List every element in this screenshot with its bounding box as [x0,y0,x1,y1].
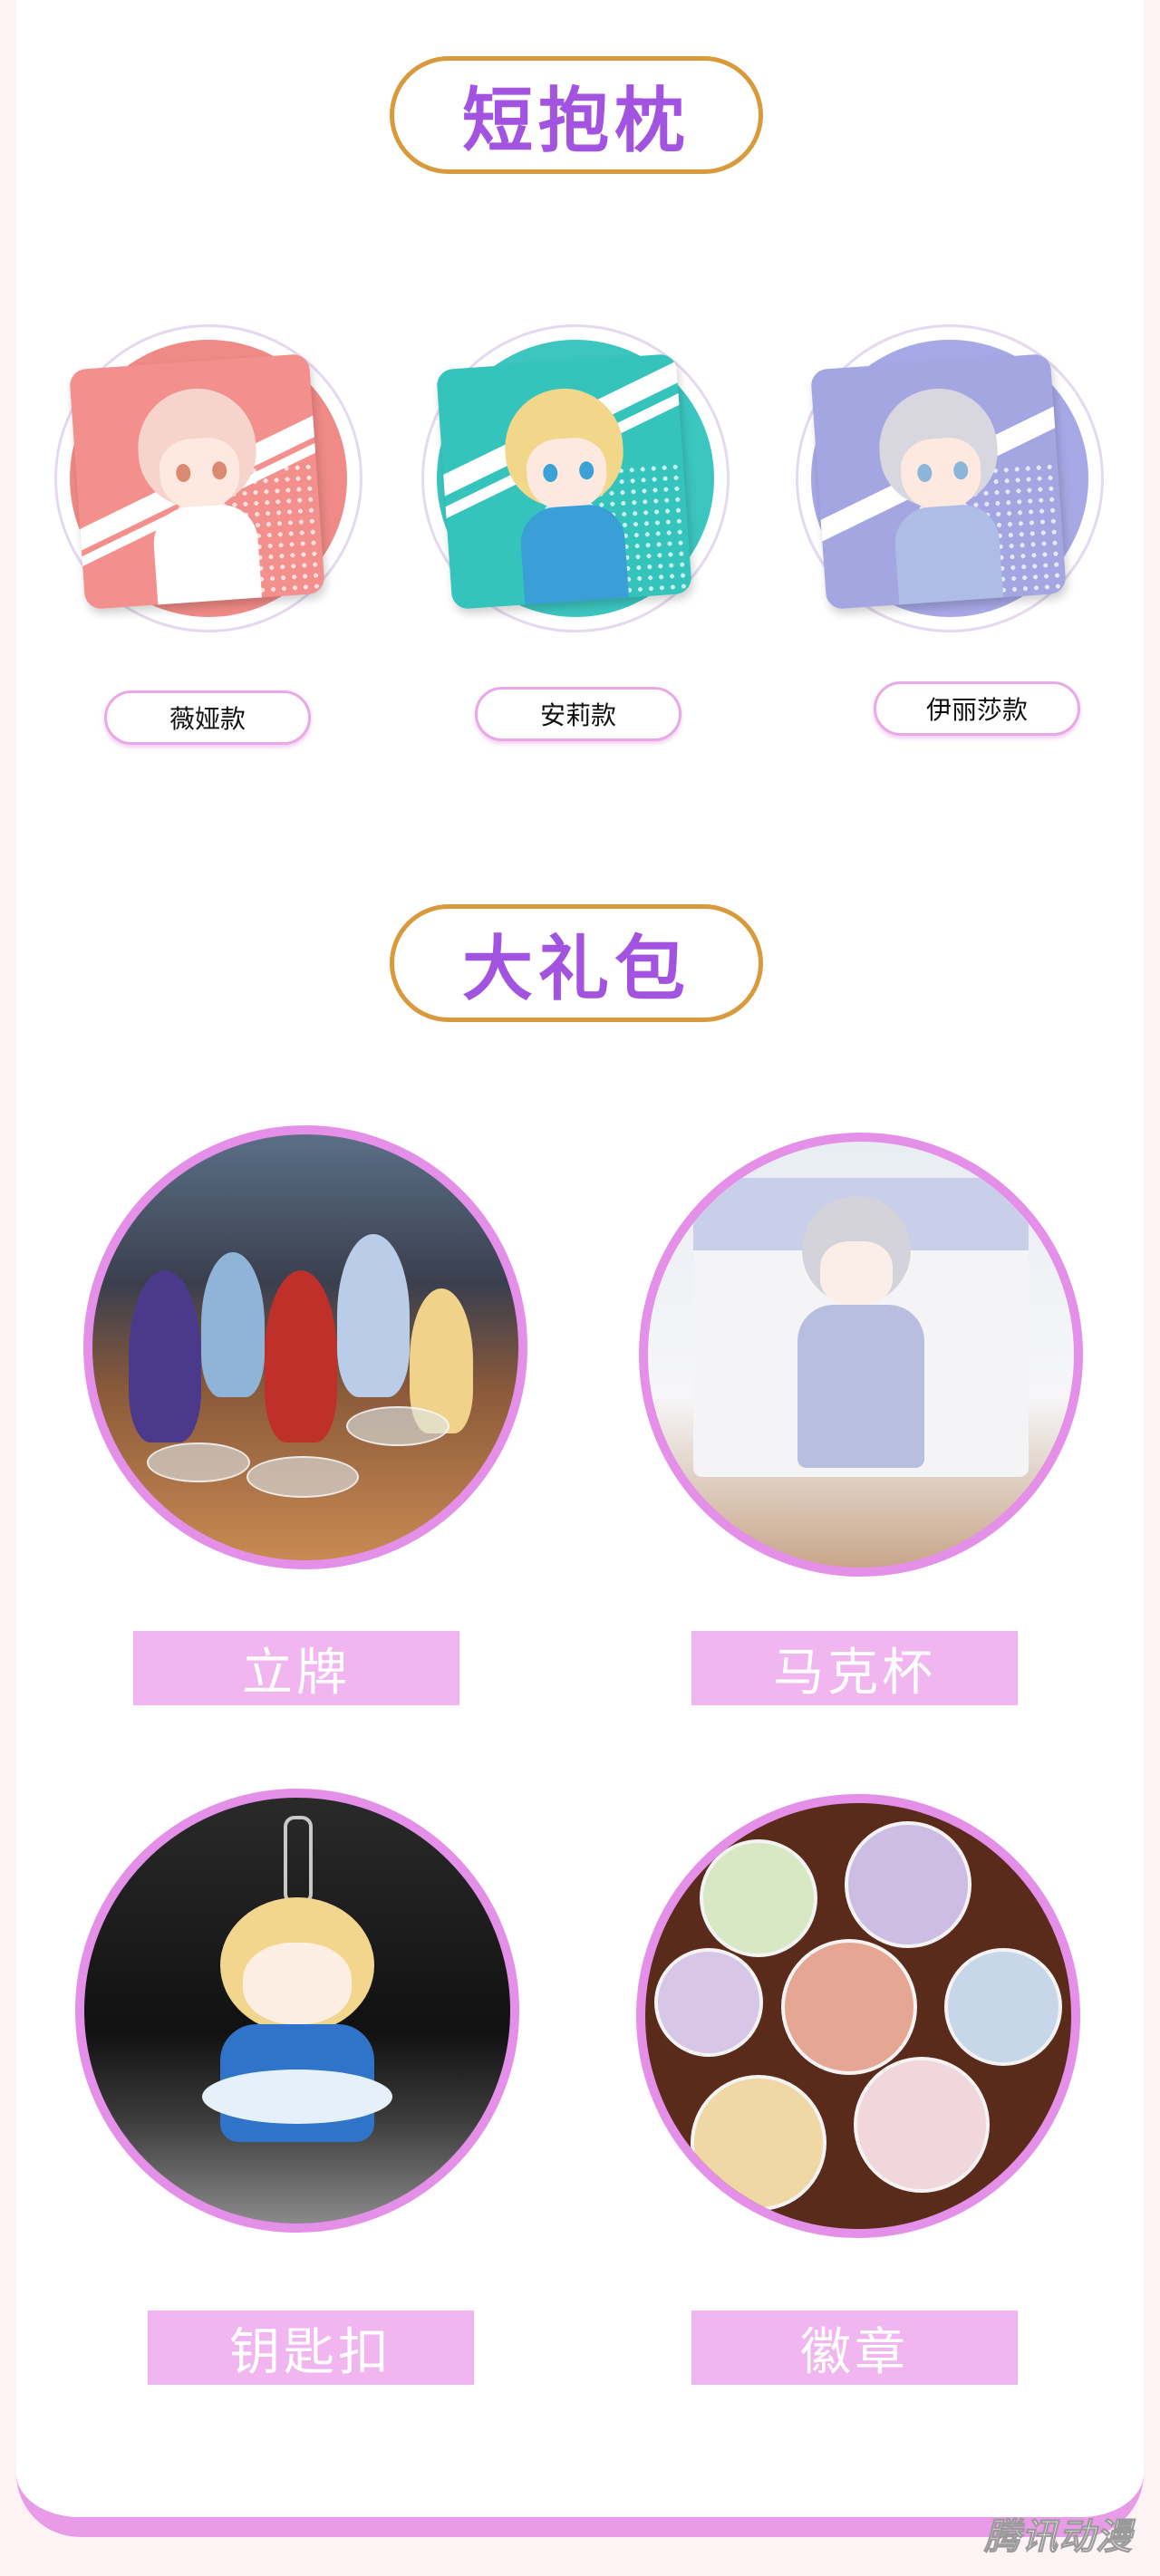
gift-label-keychain: 钥匙扣 [148,2311,474,2385]
gift-label-mug: 马克杯 [691,1631,1018,1705]
pillow-label-yilisha: 伊丽莎款 [874,681,1080,736]
pillow-image-weiya[interactable] [54,324,362,632]
gift-image-badges[interactable] [636,1794,1080,2238]
gift-image-standee[interactable] [83,1125,527,1569]
pillow-image-anli[interactable] [421,324,730,632]
gift-image-mug[interactable] [639,1133,1083,1577]
pillow-label-weiya: 薇娅款 [104,690,311,745]
gift-image-keychain[interactable] [75,1789,519,2233]
section-title-gift-pack: 大礼包 [390,904,763,1022]
pillow-image-yilisha[interactable] [796,324,1104,632]
gift-label-standee: 立牌 [133,1631,459,1705]
pillow-label-anli: 安莉款 [475,687,682,741]
gift-label-badges: 徽章 [691,2311,1018,2385]
watermark-logo: 腾讯动漫 [984,2516,1133,2559]
section-title-pillows: 短抱枕 [390,56,763,174]
